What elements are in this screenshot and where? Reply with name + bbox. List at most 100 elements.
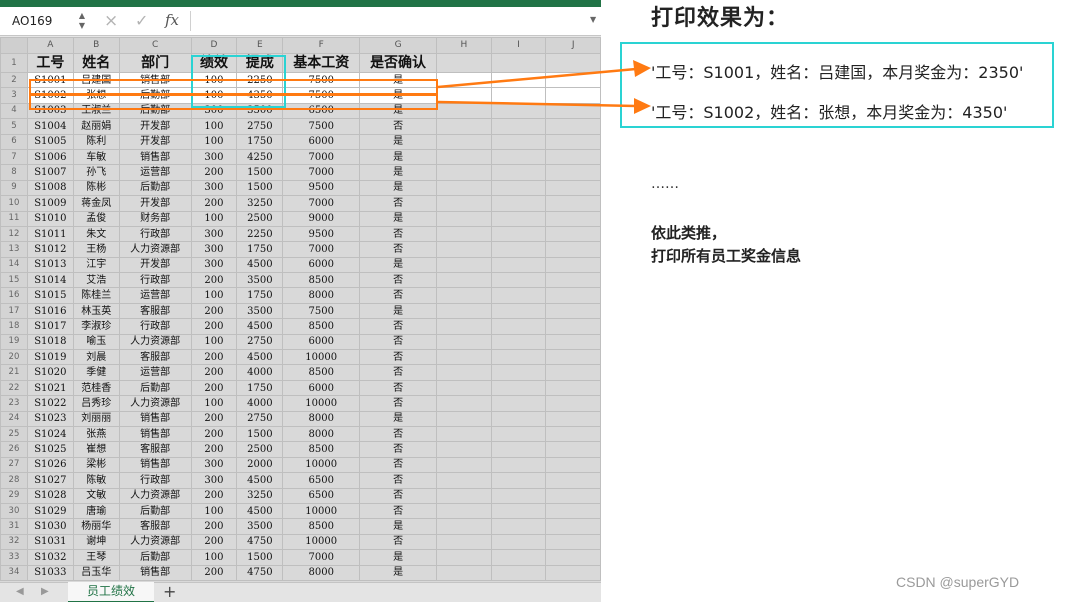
table-cell[interactable]: 200 xyxy=(190,379,238,397)
column-header[interactable]: B xyxy=(72,37,120,54)
table-cell[interactable]: 200 xyxy=(190,164,238,181)
table-cell[interactable]: 2000 xyxy=(236,456,284,474)
formula-input[interactable] xyxy=(191,10,591,32)
table-cell[interactable]: 4000 xyxy=(236,395,284,412)
table-cell[interactable]: 行政部 xyxy=(118,472,192,489)
table-cell[interactable]: 喻玉 xyxy=(72,333,120,351)
table-cell[interactable] xyxy=(436,71,492,89)
table-cell[interactable]: 唐瑜 xyxy=(72,502,120,520)
row-header[interactable]: 28 xyxy=(0,472,28,489)
table-cell[interactable]: 开发部 xyxy=(118,195,192,212)
table-cell[interactable]: 人力资源部 xyxy=(118,395,192,412)
row-header[interactable]: 10 xyxy=(0,195,28,212)
table-cell[interactable]: 否 xyxy=(359,364,437,381)
table-cell[interactable]: 3500 xyxy=(236,302,284,320)
table-cell[interactable]: 2750 xyxy=(236,333,284,351)
table-cell[interactable]: 9500 xyxy=(282,225,361,243)
table-cell[interactable] xyxy=(490,425,547,443)
table-cell[interactable] xyxy=(436,302,492,320)
column-header[interactable]: A xyxy=(26,37,74,54)
table-cell[interactable]: 否 xyxy=(359,456,437,474)
table-cell[interactable]: 梁彬 xyxy=(72,456,120,474)
table-cell[interactable]: 200 xyxy=(190,533,238,551)
table-cell[interactable] xyxy=(490,487,547,504)
table-cell[interactable]: 后勤部 xyxy=(118,502,192,520)
table-cell[interactable]: 是 xyxy=(359,210,437,227)
table-cell[interactable]: S1013 xyxy=(26,256,74,274)
sheet-tab-employee-performance[interactable]: 员工绩效 xyxy=(68,582,154,602)
row-header[interactable]: 1 xyxy=(0,53,28,73)
row-header[interactable]: 13 xyxy=(0,241,28,258)
table-cell[interactable]: 客服部 xyxy=(118,441,192,458)
table-cell[interactable] xyxy=(545,472,601,489)
table-cell[interactable] xyxy=(436,349,492,366)
column-header[interactable]: I xyxy=(490,37,547,54)
column-header[interactable]: D xyxy=(190,37,238,54)
table-cell[interactable]: 是 xyxy=(359,410,437,427)
table-cell[interactable]: 王琴 xyxy=(72,549,120,566)
table-cell[interactable]: 200 xyxy=(190,195,238,212)
table-cell[interactable]: 工号 xyxy=(26,53,74,73)
table-cell[interactable] xyxy=(545,502,601,520)
table-cell[interactable]: 8500 xyxy=(282,441,361,458)
table-cell[interactable]: S1033 xyxy=(26,564,74,581)
table-cell[interactable]: S1004 xyxy=(26,118,74,135)
table-cell[interactable] xyxy=(490,564,547,581)
table-cell[interactable] xyxy=(490,502,547,520)
table-cell[interactable] xyxy=(490,410,547,427)
table-cell[interactable] xyxy=(490,472,547,489)
table-cell[interactable] xyxy=(436,133,492,150)
table-cell[interactable]: 8500 xyxy=(282,272,361,289)
table-cell[interactable]: 行政部 xyxy=(118,272,192,289)
table-cell[interactable]: 100 xyxy=(190,287,238,304)
table-cell[interactable] xyxy=(545,210,601,227)
table-cell[interactable]: 3250 xyxy=(236,487,284,504)
table-cell[interactable] xyxy=(545,333,601,351)
table-cell[interactable]: 否 xyxy=(359,395,437,412)
table-cell[interactable]: 财务部 xyxy=(118,210,192,227)
table-cell[interactable] xyxy=(545,549,601,566)
table-cell[interactable]: 7000 xyxy=(282,241,361,258)
table-cell[interactable] xyxy=(545,287,601,304)
table-cell[interactable]: 人力资源部 xyxy=(118,333,192,351)
table-cell[interactable]: 200 xyxy=(190,564,238,581)
table-cell[interactable]: 6500 xyxy=(282,487,361,504)
table-cell[interactable]: 100 xyxy=(190,118,238,135)
row-header[interactable]: 33 xyxy=(0,549,28,566)
table-cell[interactable]: 8000 xyxy=(282,564,361,581)
table-cell[interactable]: 1750 xyxy=(236,379,284,397)
table-cell[interactable] xyxy=(490,256,547,274)
table-cell[interactable] xyxy=(490,364,547,381)
table-cell[interactable] xyxy=(490,118,547,135)
table-cell[interactable]: S1008 xyxy=(26,179,74,197)
row-header[interactable]: 30 xyxy=(0,502,28,520)
table-cell[interactable]: 7500 xyxy=(282,302,361,320)
table-cell[interactable]: 100 xyxy=(190,133,238,150)
table-cell[interactable]: 王杨 xyxy=(72,241,120,258)
table-cell[interactable] xyxy=(490,318,547,335)
table-cell[interactable] xyxy=(436,210,492,227)
table-cell[interactable]: 刘晨 xyxy=(72,349,120,366)
table-cell[interactable] xyxy=(545,87,601,104)
table-cell[interactable]: 200 xyxy=(190,302,238,320)
table-cell[interactable]: S1007 xyxy=(26,164,74,181)
table-cell[interactable]: S1030 xyxy=(26,518,74,535)
table-cell[interactable]: 100 xyxy=(190,502,238,520)
table-cell[interactable]: 4250 xyxy=(236,148,284,166)
table-cell[interactable] xyxy=(490,441,547,458)
table-cell[interactable]: S1017 xyxy=(26,318,74,335)
table-cell[interactable] xyxy=(436,518,492,535)
row-header[interactable]: 31 xyxy=(0,518,28,535)
table-cell[interactable]: 车敏 xyxy=(72,148,120,166)
insert-function-icon[interactable]: fx xyxy=(165,9,179,31)
table-cell[interactable]: 4500 xyxy=(236,318,284,335)
table-cell[interactable] xyxy=(490,241,547,258)
table-cell[interactable] xyxy=(545,302,601,320)
table-cell[interactable]: 否 xyxy=(359,287,437,304)
row-header[interactable]: 27 xyxy=(0,456,28,474)
table-cell[interactable]: 是 xyxy=(359,302,437,320)
table-cell[interactable]: 1500 xyxy=(236,549,284,566)
table-cell[interactable] xyxy=(436,410,492,427)
table-cell[interactable]: 孟俊 xyxy=(72,210,120,227)
name-box[interactable]: AO169 xyxy=(0,9,74,33)
